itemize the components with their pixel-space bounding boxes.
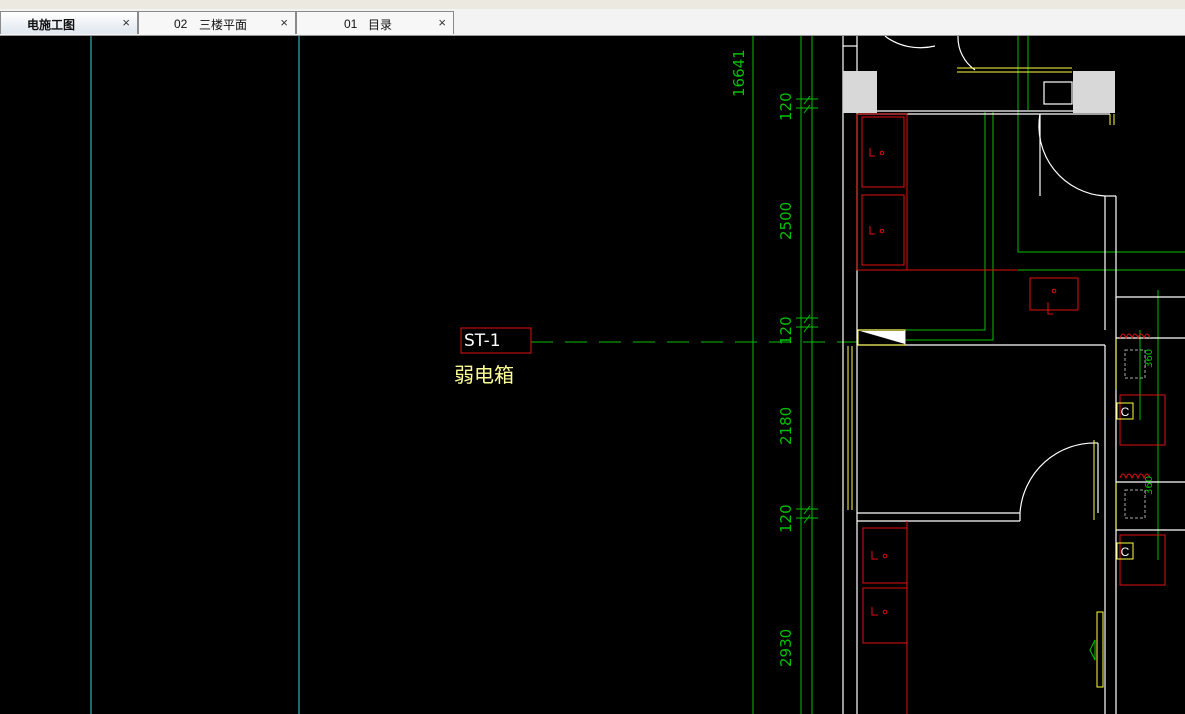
dimension-lines (531, 36, 1185, 714)
close-icon[interactable]: × (280, 15, 288, 30)
switch-label: C (1121, 545, 1130, 559)
dimension-text: 2930 (777, 629, 795, 667)
st-1-tag-label: ST-1 (464, 331, 501, 351)
switch-label: C (1121, 405, 1130, 419)
dimension-text: 120 (777, 92, 795, 121)
tab-catalog[interactable]: 01 目录 × (296, 11, 454, 34)
toilet-fixtures (1124, 349, 1146, 519)
small-dimension-text: 360 (1144, 349, 1155, 368)
yellow-elements (847, 67, 1117, 688)
dimension-text: 120 (777, 316, 795, 345)
dimension-text: 2500 (777, 202, 795, 240)
cad-drawing: C C ST-1 弱电箱 16641 120 2500 120 2180 120… (90, 36, 1185, 714)
structural-column (843, 71, 877, 113)
structural-column (1073, 71, 1115, 113)
tab-third-floor-plan[interactable]: 02 三楼平面 × (138, 11, 296, 34)
walls (842, 36, 1185, 714)
tab-title: 目录 (368, 18, 393, 32)
close-icon[interactable]: × (122, 15, 130, 30)
document-tab-bar: 电施工图 × 02 三楼平面 × 01 目录 × (0, 9, 1185, 36)
close-icon[interactable]: × (438, 15, 446, 30)
dimension-text: 2180 (777, 407, 795, 445)
drawing-canvas[interactable]: C C ST-1 弱电箱 16641 120 2500 120 2180 120… (0, 36, 1185, 714)
tab-number: 01 (344, 17, 358, 31)
tab-number: 02 (174, 17, 188, 31)
tab-electrical-drawings[interactable]: 电施工图 × (0, 11, 138, 34)
weak-box-hatch (860, 331, 905, 344)
total-dimension: 16641 (730, 49, 748, 97)
tab-title: 三楼平面 (199, 18, 248, 32)
dimension-text: 120 (777, 504, 795, 533)
small-dimension-text: 360 (1144, 476, 1155, 495)
weak-current-box-caption: 弱电箱 (454, 363, 514, 387)
sanitary-fixtures (856, 113, 1166, 714)
tab-title: 电施工图 (27, 18, 76, 32)
grounding-mark (1089, 639, 1096, 661)
